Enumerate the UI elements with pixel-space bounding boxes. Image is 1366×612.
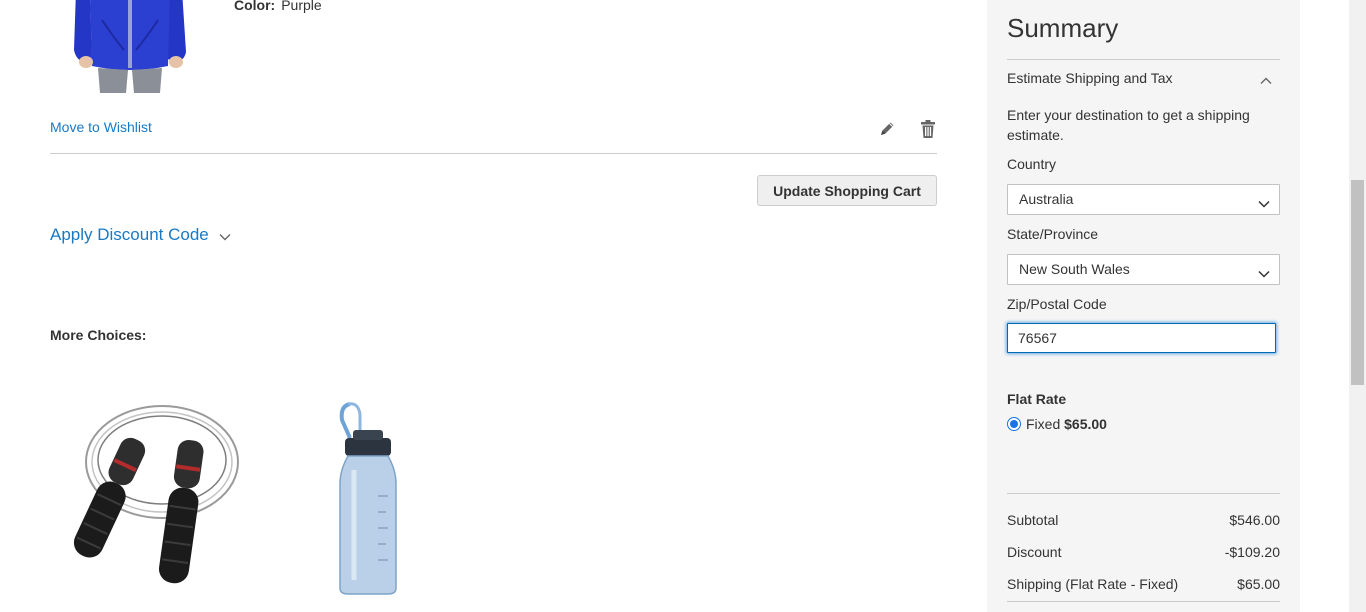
chevron-down-icon — [1258, 195, 1270, 213]
subtotal-amount: $546.00 — [1229, 512, 1280, 528]
shipping-estimate-hint: Enter your destination to get a shipping… — [1007, 107, 1250, 143]
trash-icon[interactable] — [917, 118, 939, 140]
color-value: Purple — [281, 0, 322, 13]
chevron-up-icon — [1260, 72, 1272, 88]
pencil-icon[interactable] — [876, 118, 898, 140]
cart-summary-panel: Summary Estimate Shipping and Tax Enter … — [987, 0, 1300, 612]
state-province-select[interactable]: New South Wales — [1007, 254, 1280, 285]
shipping-amount: $65.00 — [1237, 576, 1280, 592]
country-select[interactable]: Australia — [1007, 184, 1280, 215]
page-scrollbar-thumb[interactable] — [1351, 180, 1364, 385]
summary-title: Summary — [1007, 13, 1119, 43]
subtotal-row: Subtotal $546.00 — [1007, 512, 1280, 528]
subtotal-label: Subtotal — [1007, 512, 1059, 528]
zip-code-label: Zip/Postal Code — [1007, 296, 1107, 312]
discount-toggle-label: Apply Discount Code — [50, 225, 209, 244]
discount-label: Discount — [1007, 544, 1062, 560]
estimate-shipping-label: Estimate Shipping and Tax — [1007, 70, 1173, 86]
item-color-option: Color: Purple — [234, 0, 322, 13]
summary-divider — [1007, 59, 1280, 60]
totals-bottom-divider — [1007, 601, 1280, 602]
state-select-value: New South Wales — [1019, 261, 1130, 277]
more-choices-heading: More Choices: — [50, 327, 147, 343]
flat-rate-title: Flat Rate — [1007, 391, 1067, 407]
cart-page: Color: Purple Move to Wishlist Update Sho… — [0, 0, 1366, 612]
shipping-label: Shipping (Flat Rate - Fixed) — [1007, 576, 1179, 592]
estimate-shipping-toggle[interactable]: Estimate Shipping and Tax — [1007, 70, 1280, 86]
product-image-jump-rope[interactable] — [50, 390, 250, 600]
flat-rate-price: $65.00 — [1064, 416, 1107, 432]
discount-amount: -$109.20 — [1224, 544, 1280, 560]
state-province-label: State/Province — [1007, 226, 1099, 242]
product-image-water-bottle[interactable] — [270, 400, 470, 600]
shipping-row: Shipping (Flat Rate - Fixed) $65.00 — [1007, 576, 1280, 592]
flat-rate-radio[interactable] — [1007, 417, 1021, 431]
product-image-jacket[interactable] — [62, 0, 198, 93]
apply-discount-code-toggle[interactable]: Apply Discount Code — [50, 225, 231, 246]
totals-divider — [1007, 493, 1280, 494]
chevron-down-icon — [1258, 265, 1270, 283]
chevron-down-icon — [219, 226, 231, 246]
flat-rate-option-label: Fixed — [1026, 416, 1061, 432]
update-shopping-cart-button[interactable]: Update Shopping Cart — [757, 175, 937, 206]
country-select-value: Australia — [1019, 191, 1074, 207]
cart-item-divider — [50, 153, 937, 154]
zip-code-input[interactable] — [1007, 323, 1276, 353]
move-to-wishlist-link[interactable]: Move to Wishlist — [50, 119, 152, 135]
flat-rate-option[interactable]: Fixed $65.00 — [1007, 416, 1107, 432]
color-label: Color: — [234, 0, 276, 13]
discount-row: Discount -$109.20 — [1007, 544, 1280, 560]
country-label: Country — [1007, 156, 1057, 172]
